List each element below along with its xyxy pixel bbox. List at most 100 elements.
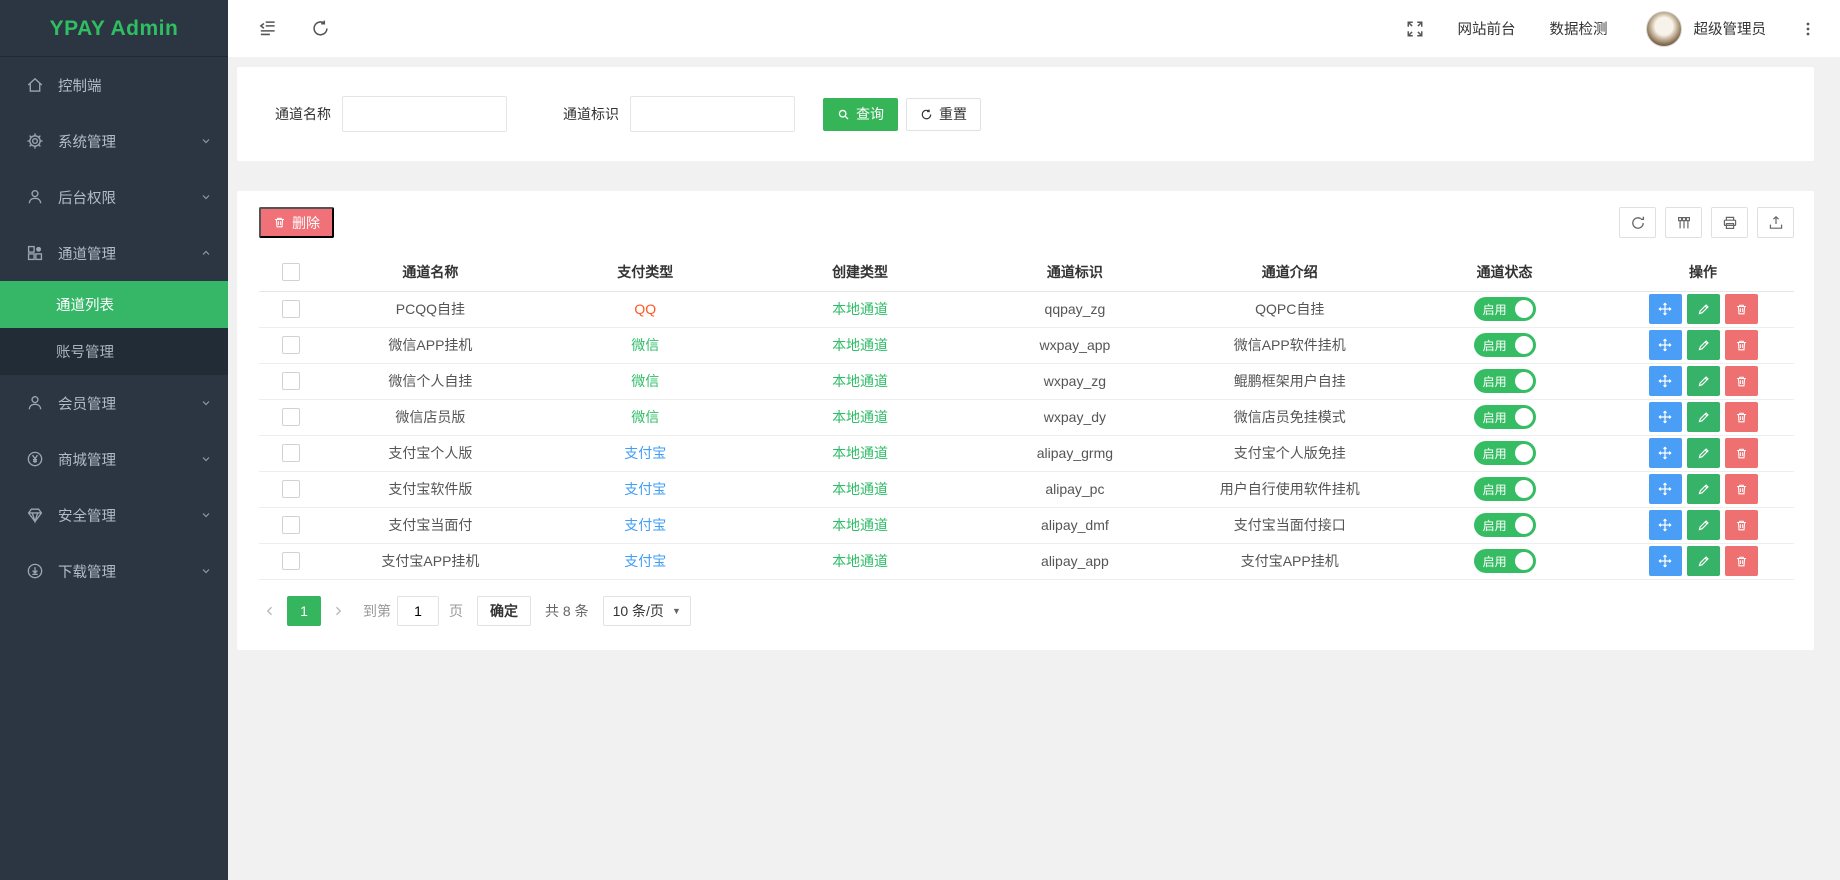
frontend-link[interactable]: 网站前台 xyxy=(1458,18,1516,39)
avatar[interactable] xyxy=(1646,11,1682,47)
select-all-checkbox[interactable] xyxy=(282,263,300,281)
print-icon[interactable] xyxy=(1711,207,1748,238)
move-button[interactable] xyxy=(1649,546,1682,576)
status-toggle[interactable]: 启用 xyxy=(1474,369,1536,393)
delete-button[interactable] xyxy=(1725,438,1758,468)
edit-button[interactable] xyxy=(1687,474,1720,504)
edit-button[interactable] xyxy=(1687,366,1720,396)
toggle-knob xyxy=(1515,336,1533,354)
edit-button[interactable] xyxy=(1687,402,1720,432)
channel-name-input[interactable] xyxy=(342,96,507,132)
query-button[interactable]: 查询 xyxy=(823,98,898,131)
row-checkbox[interactable] xyxy=(282,444,300,462)
table-refresh-icon[interactable] xyxy=(1619,207,1656,238)
move-button[interactable] xyxy=(1649,474,1682,504)
move-button[interactable] xyxy=(1649,438,1682,468)
channel-desc-cell: 支付宝个人版免挂 xyxy=(1182,435,1397,471)
edit-button[interactable] xyxy=(1687,546,1720,576)
username[interactable]: 超级管理员 xyxy=(1694,18,1767,39)
pay-type-cell: 支付宝 xyxy=(538,507,753,543)
delete-button[interactable] xyxy=(1725,546,1758,576)
delete-button[interactable] xyxy=(1725,510,1758,540)
prev-page-icon[interactable] xyxy=(259,605,281,617)
row-checkbox[interactable] xyxy=(282,480,300,498)
status-toggle[interactable]: 启用 xyxy=(1474,441,1536,465)
row-checkbox[interactable] xyxy=(282,336,300,354)
move-button[interactable] xyxy=(1649,330,1682,360)
row-checkbox[interactable] xyxy=(282,372,300,390)
row-actions xyxy=(1612,294,1794,324)
sidebar-item-mall[interactable]: 商城管理 xyxy=(0,431,228,487)
delete-button[interactable] xyxy=(1725,474,1758,504)
move-button[interactable] xyxy=(1649,402,1682,432)
page-size-select[interactable]: 10 条/页 ▼ xyxy=(603,596,691,626)
create-type-cell: 本地通道 xyxy=(753,543,968,579)
more-menu-icon[interactable] xyxy=(1800,21,1816,37)
refresh-page-icon[interactable] xyxy=(311,19,330,38)
sidebar-subitem-channel-list[interactable]: 通道列表 xyxy=(0,281,228,328)
channel-name-cell: 支付宝软件版 xyxy=(323,471,538,507)
row-actions xyxy=(1612,474,1794,504)
sidebar-item-security[interactable]: 安全管理 xyxy=(0,487,228,543)
channel-desc-cell: 鲲鹏框架用户自挂 xyxy=(1182,363,1397,399)
row-checkbox[interactable] xyxy=(282,408,300,426)
table-row: 支付宝个人版 支付宝 本地通道 alipay_grmg 支付宝个人版免挂 启用 xyxy=(259,435,1794,471)
edit-button[interactable] xyxy=(1687,330,1720,360)
status-label: 启用 xyxy=(1483,301,1507,318)
sidebar-item-label: 下载管理 xyxy=(58,561,116,582)
gem-icon xyxy=(26,506,44,524)
col-header-status: 通道状态 xyxy=(1397,254,1612,291)
sidebar-item-downloads[interactable]: 下载管理 xyxy=(0,543,228,599)
sidebar-item-admin-perms[interactable]: 后台权限 xyxy=(0,169,228,225)
goto-confirm-button[interactable]: 确定 xyxy=(477,596,531,626)
home-icon xyxy=(26,76,44,94)
channel-name-label: 通道名称 xyxy=(275,104,331,124)
status-toggle[interactable]: 启用 xyxy=(1474,333,1536,357)
data-monitor-link[interactable]: 数据检测 xyxy=(1550,18,1608,39)
filter-columns-icon[interactable] xyxy=(1665,207,1702,238)
download-icon xyxy=(26,562,44,580)
row-checkbox[interactable] xyxy=(282,300,300,318)
status-toggle[interactable]: 启用 xyxy=(1474,549,1536,573)
create-type-cell: 本地通道 xyxy=(753,327,968,363)
sidebar-item-members[interactable]: 会员管理 xyxy=(0,375,228,431)
status-toggle[interactable]: 启用 xyxy=(1474,477,1536,501)
edit-button[interactable] xyxy=(1687,294,1720,324)
move-button[interactable] xyxy=(1649,510,1682,540)
edit-button[interactable] xyxy=(1687,510,1720,540)
yen-icon xyxy=(26,450,44,468)
collapse-sidebar-icon[interactable] xyxy=(258,19,277,38)
status-toggle[interactable]: 启用 xyxy=(1474,297,1536,321)
sidebar-item-label: 安全管理 xyxy=(58,505,116,526)
sidebar-item-console[interactable]: 控制端 xyxy=(0,57,228,113)
next-page-icon[interactable] xyxy=(327,605,349,617)
channel-code-input[interactable] xyxy=(630,96,795,132)
status-toggle[interactable]: 启用 xyxy=(1474,405,1536,429)
delete-button[interactable] xyxy=(1725,330,1758,360)
sidebar-item-channels[interactable]: 通道管理 xyxy=(0,225,228,281)
edit-button[interactable] xyxy=(1687,438,1720,468)
chevron-down-icon xyxy=(200,135,212,147)
fullscreen-icon[interactable] xyxy=(1406,20,1424,38)
col-header-code: 通道标识 xyxy=(967,254,1182,291)
move-button[interactable] xyxy=(1649,294,1682,324)
delete-button[interactable] xyxy=(1725,402,1758,432)
delete-button[interactable] xyxy=(1725,366,1758,396)
row-actions xyxy=(1612,510,1794,540)
goto-page-input[interactable] xyxy=(397,596,439,626)
sidebar-item-label: 控制端 xyxy=(58,75,102,96)
batch-delete-button[interactable]: 删除 xyxy=(259,207,334,238)
reset-button[interactable]: 重置 xyxy=(906,98,981,131)
status-toggle[interactable]: 启用 xyxy=(1474,513,1536,537)
delete-button[interactable] xyxy=(1725,294,1758,324)
row-checkbox[interactable] xyxy=(282,552,300,570)
toggle-knob xyxy=(1515,480,1533,498)
page-number-button[interactable]: 1 xyxy=(287,596,321,626)
sidebar-subitem-account-manage[interactable]: 账号管理 xyxy=(0,328,228,375)
row-checkbox[interactable] xyxy=(282,516,300,534)
move-button[interactable] xyxy=(1649,366,1682,396)
sidebar-item-system[interactable]: 系统管理 xyxy=(0,113,228,169)
sidebar-item-label: 系统管理 xyxy=(58,131,116,152)
table-row: 支付宝APP挂机 支付宝 本地通道 alipay_app 支付宝APP挂机 启用 xyxy=(259,543,1794,579)
export-icon[interactable] xyxy=(1757,207,1794,238)
